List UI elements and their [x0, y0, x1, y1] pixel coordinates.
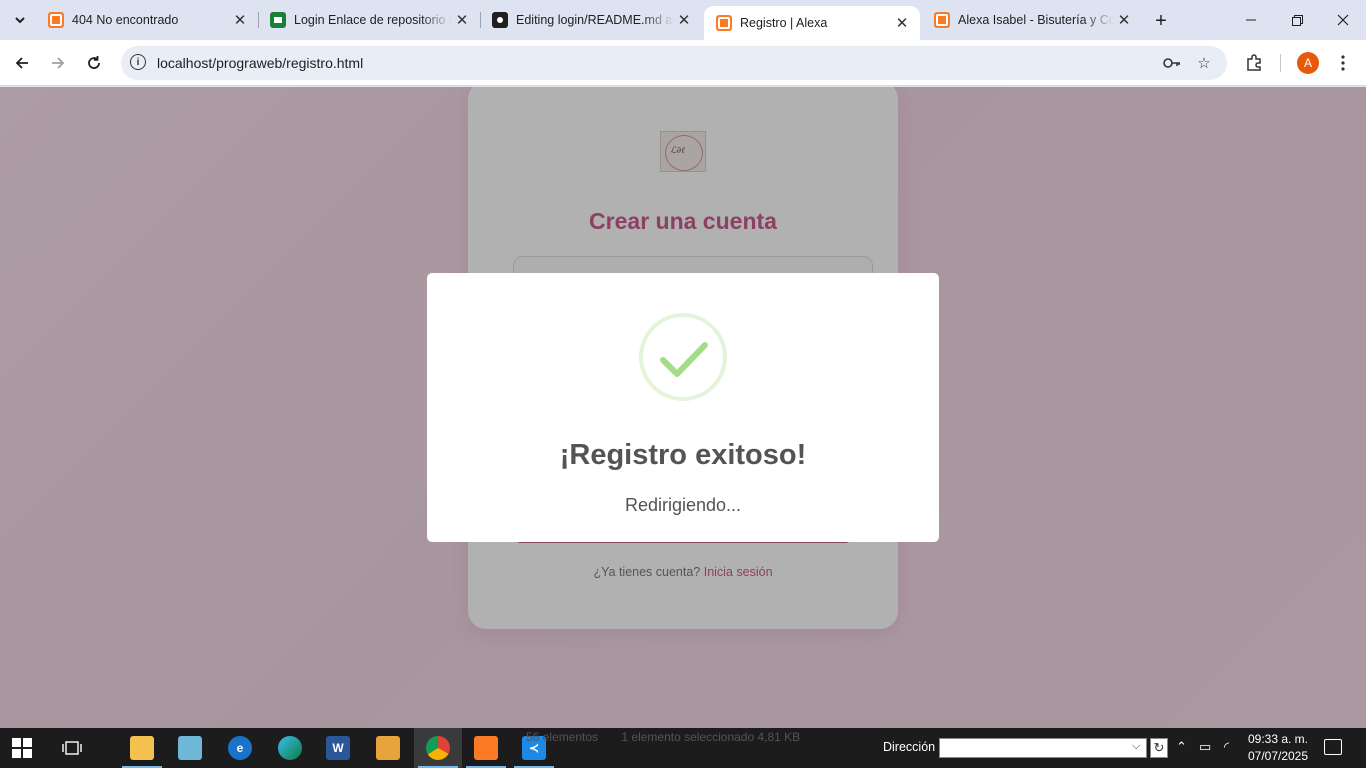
edge-legacy-icon: e — [228, 736, 252, 760]
clock-time: 09:33 a. m. — [1247, 732, 1309, 746]
reload-button[interactable] — [80, 49, 108, 77]
browser-tab[interactable]: Editing login/README.md at ✕ — [480, 0, 702, 40]
taskbar-clock[interactable]: 09:33 a. m. 07/07/2025 — [1246, 731, 1310, 765]
notification-center-icon[interactable] — [1324, 739, 1342, 755]
new-tab-button[interactable]: + — [1148, 8, 1174, 34]
toolbar-divider — [1280, 54, 1281, 72]
taskbar-edge-legacy[interactable]: e — [216, 728, 264, 768]
tab-title: Login Enlace de repositorio de — [294, 13, 452, 27]
success-modal: ¡Registro exitoso! Redirigiendo... — [427, 273, 939, 542]
back-button[interactable] — [8, 49, 36, 77]
restore-button[interactable] — [1274, 0, 1320, 40]
close-tab-icon[interactable]: ✕ — [230, 10, 250, 30]
arrow-left-icon — [15, 57, 28, 69]
explorer-status-hint: 56 elementos 1 elemento seleccionado 4,8… — [526, 730, 800, 744]
address-bar[interactable]: i localhost/prograweb/registro.html ☆ — [121, 46, 1227, 80]
browser-tab[interactable]: Alexa Isabel - Bisutería y Cos ✕ — [922, 0, 1142, 40]
profile-avatar[interactable]: A — [1297, 52, 1319, 74]
modal-text: Redirigiendo... — [624, 495, 742, 515]
browser-tab[interactable]: 404 No encontrado ✕ — [36, 0, 258, 40]
chrome-icon — [426, 736, 450, 760]
tab-search-button[interactable] — [8, 8, 32, 32]
site-info-icon[interactable]: i — [130, 54, 146, 70]
xampp-icon — [716, 15, 732, 31]
explorer-item-count: 56 elementos — [526, 730, 599, 744]
url-text[interactable]: localhost/prograweb/registro.html — [157, 55, 363, 71]
chevron-down-icon[interactable]: ⌵ — [1132, 740, 1140, 753]
address-toolbar-label: Dirección — [883, 740, 936, 754]
taskbar-chrome[interactable] — [414, 728, 462, 768]
plus-icon: + — [1155, 9, 1167, 32]
github-icon — [492, 12, 508, 28]
close-tab-icon[interactable]: ✕ — [892, 13, 912, 33]
forward-button[interactable] — [44, 49, 72, 77]
wifi-icon[interactable]: ◜ — [1224, 739, 1229, 755]
battery-icon[interactable]: ▭ — [1199, 739, 1211, 755]
taskbar-file-explorer[interactable] — [118, 728, 166, 768]
close-tab-icon[interactable]: ✕ — [674, 10, 694, 30]
clock-date: 07/07/2025 — [1247, 749, 1309, 763]
address-toolbar-input[interactable] — [939, 738, 1147, 758]
minimize-icon — [1246, 19, 1256, 21]
tray-expand-icon[interactable]: ⌃ — [1176, 739, 1187, 755]
minimize-button[interactable] — [1228, 0, 1274, 40]
browser-tab-active[interactable]: Registro | Alexa ✕ — [704, 6, 920, 40]
tab-title: Editing login/README.md at — [516, 13, 674, 27]
browser-tab-strip: 404 No encontrado ✕ Login Enlace de repo… — [0, 0, 1366, 40]
restore-icon — [1291, 14, 1303, 26]
notes-icon — [178, 736, 202, 760]
taskbar-word[interactable]: W — [314, 728, 362, 768]
word-icon: W — [326, 736, 350, 760]
close-tab-icon[interactable]: ✕ — [1114, 10, 1134, 30]
chevron-down-icon — [15, 17, 25, 24]
task-view-icon — [62, 741, 82, 755]
cube-app-icon — [376, 736, 400, 760]
xampp-icon — [48, 12, 64, 28]
taskbar-app-cube[interactable] — [364, 728, 412, 768]
tab-title: Registro | Alexa — [740, 16, 828, 30]
password-key-icon[interactable] — [1161, 52, 1183, 74]
taskbar-xampp[interactable] — [462, 728, 510, 768]
extensions-icon[interactable] — [1242, 51, 1266, 75]
tab-title: 404 No encontrado — [72, 13, 179, 27]
close-window-button[interactable] — [1320, 0, 1366, 40]
taskbar-edge[interactable] — [266, 728, 314, 768]
explorer-selection-info: 1 elemento seleccionado 4,81 KB — [621, 730, 801, 744]
close-tab-icon[interactable]: ✕ — [452, 10, 472, 30]
arrow-right-icon — [52, 57, 65, 69]
task-view-button[interactable] — [48, 728, 96, 768]
xampp-icon — [474, 736, 498, 760]
edge-icon — [278, 736, 302, 760]
address-refresh-icon[interactable]: ↻ — [1150, 738, 1168, 758]
success-check-icon — [660, 342, 708, 377]
menu-kebab-icon[interactable] — [1331, 51, 1355, 75]
xampp-icon — [934, 12, 950, 28]
windows-start-icon[interactable] — [12, 738, 32, 758]
taskbar-notes-app[interactable] — [166, 728, 214, 768]
bookmark-star-icon[interactable]: ☆ — [1193, 52, 1215, 74]
close-icon — [1337, 14, 1349, 26]
folder-icon — [130, 736, 154, 760]
page-viewport: ℒ∂ℓ Crear una cuenta ¿Ya tienes cuenta? … — [0, 87, 1366, 728]
windows-taskbar: e W ≺ 56 elementos 1 elemento selecciona… — [0, 728, 1366, 768]
reload-icon — [88, 56, 100, 69]
modal-title: ¡Registro exitoso! — [559, 439, 807, 471]
tab-title: Alexa Isabel - Bisutería y Cos — [958, 13, 1114, 27]
browser-tab[interactable]: Login Enlace de repositorio de ✕ — [258, 0, 480, 40]
browser-toolbar: i localhost/prograweb/registro.html ☆ A — [0, 40, 1366, 86]
sheets-icon — [270, 12, 286, 28]
